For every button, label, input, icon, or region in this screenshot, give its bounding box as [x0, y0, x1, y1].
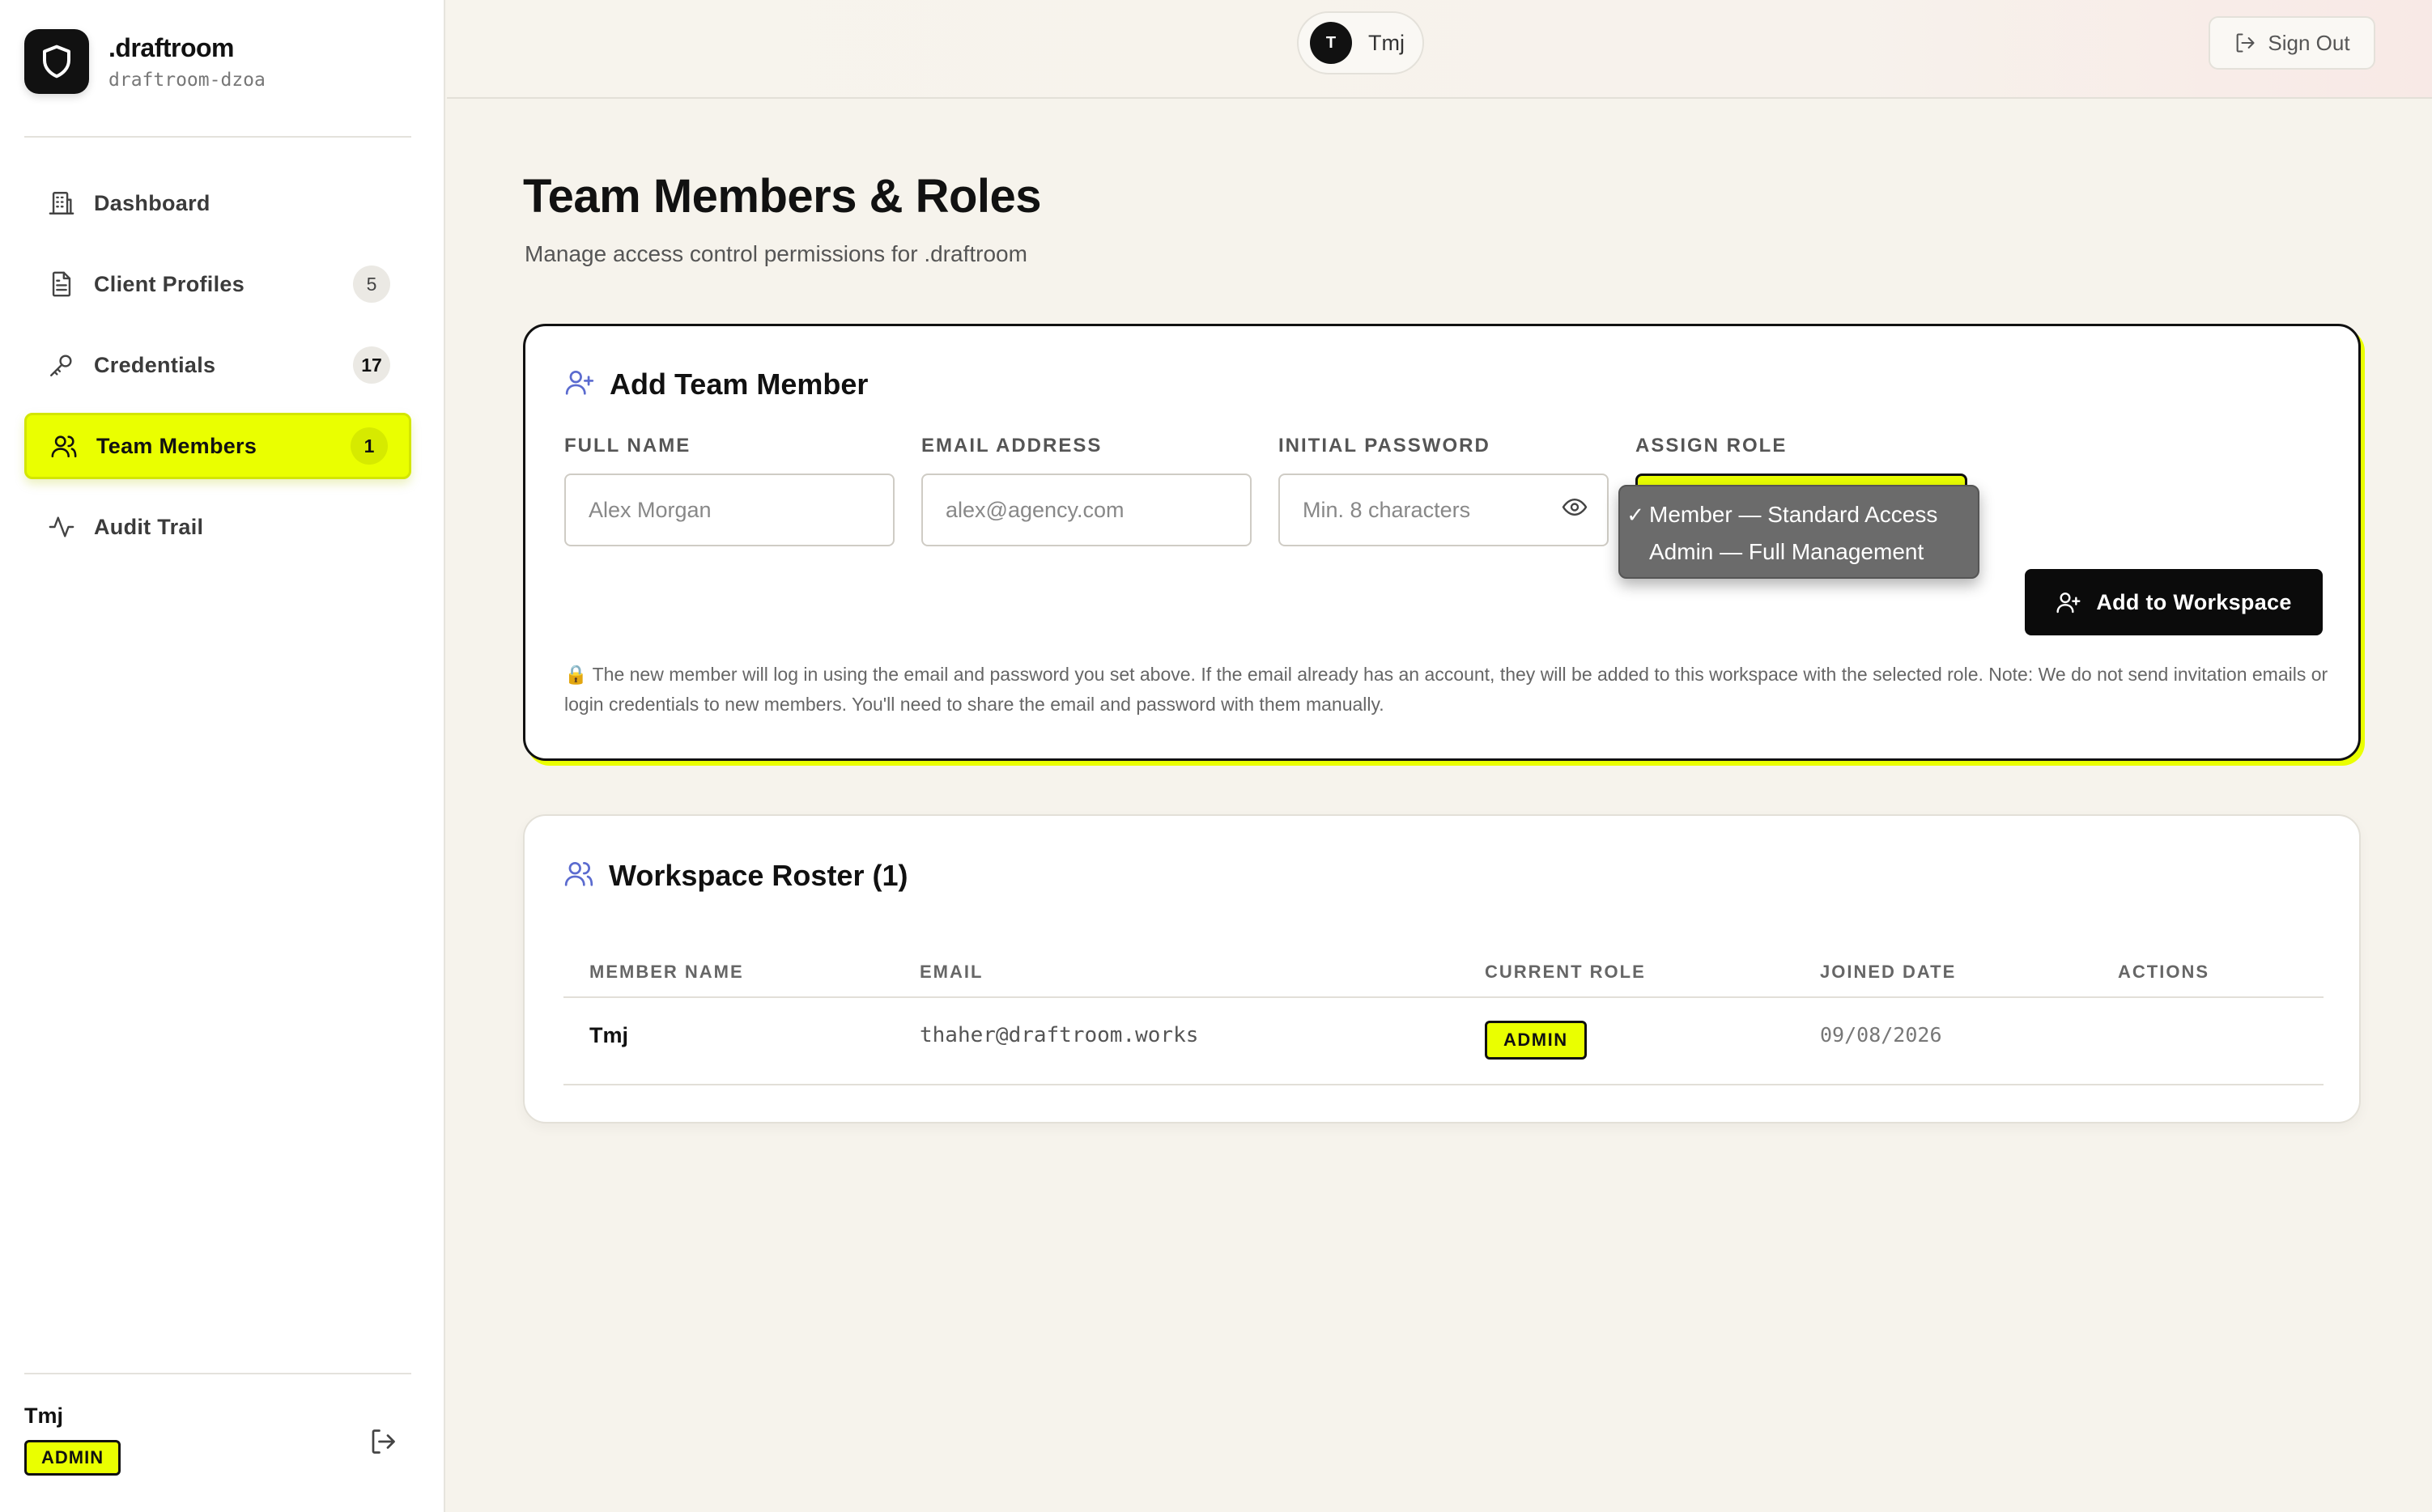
password-placeholder: Min. 8 characters: [1303, 497, 1471, 522]
column-header-current-role[interactable]: CURRENT ROLE: [1485, 962, 1646, 983]
user-name: Tmj: [24, 1404, 64, 1428]
app-root: .draftroom draftroom-dzoa Dashboard Clie…: [0, 0, 2432, 1512]
sidebar: .draftroom draftroom-dzoa Dashboard Clie…: [0, 0, 445, 1512]
check-icon: ✓: [1626, 502, 1644, 527]
building-icon: [45, 187, 78, 219]
add-member-card: Add Team Member FULL NAME Alex Morgan EM…: [523, 324, 2361, 761]
sidebar-item-label: Audit Trail: [94, 514, 204, 539]
brand[interactable]: .draftroom draftroom-dzoa: [24, 29, 266, 94]
card-title: Add Team Member: [610, 367, 869, 401]
column-header-email[interactable]: EMAIL: [920, 962, 983, 983]
joined-date-cell: 09/08/2026: [1820, 1023, 1942, 1047]
info-note: 🔒 The new member will log in using the e…: [564, 664, 2328, 715]
page-title: Team Members & Roles: [523, 170, 1042, 223]
role-label: ASSIGN ROLE: [1635, 435, 1788, 457]
column-header-member-name[interactable]: MEMBER NAME: [589, 962, 744, 983]
password-label: INITIAL PASSWORD: [1278, 435, 1490, 457]
topbar: T Tmj Sign Out: [447, 0, 2432, 99]
sidebar-item-client-profiles[interactable]: Client Profiles 5: [24, 251, 411, 317]
sidebar-nav: Dashboard Client Profiles 5 Credentials: [24, 170, 411, 575]
email-input[interactable]: alex@agency.com: [921, 474, 1252, 546]
add-to-workspace-label: Add to Workspace: [2096, 589, 2292, 614]
role-option-label: Member — Standard Access: [1649, 502, 1938, 527]
password-input[interactable]: Min. 8 characters: [1278, 474, 1609, 546]
email-cell: thaher@draftroom.works: [920, 1023, 1199, 1047]
shield-icon: [24, 29, 89, 94]
document-icon: [45, 268, 78, 300]
count-badge: 17: [353, 346, 390, 384]
page-subtitle: Manage access control permissions for .d…: [525, 241, 1027, 266]
card-title: Workspace Roster (1): [609, 858, 908, 892]
role-option-label: Admin — Full Management: [1649, 539, 1924, 564]
main-content: Team Members & Roles Manage access contr…: [447, 100, 2432, 1512]
brand-text: .draftroom draftroom-dzoa: [108, 33, 266, 91]
user-plus-icon: [2056, 592, 2081, 614]
avatar: T: [1310, 22, 1352, 64]
sidebar-user: Tmj ADMIN: [24, 1404, 121, 1476]
sign-out-button[interactable]: Sign Out: [2209, 16, 2375, 70]
column-header-actions: ACTIONS: [2118, 962, 2209, 982]
table-row-divider: [563, 1084, 2324, 1085]
sidebar-item-label: Credentials: [94, 352, 216, 377]
role-option-admin[interactable]: Admin — Full Management: [1620, 533, 1978, 571]
sign-out-label: Sign Out: [2268, 30, 2350, 55]
member-name-cell: Tmj: [589, 1023, 629, 1047]
logout-icon: [2237, 33, 2255, 53]
user-plus-icon: [564, 367, 595, 401]
workspace-roster-card: Workspace Roster (1) MEMBER NAME EMAIL C…: [523, 814, 2361, 1123]
eye-icon[interactable]: [1562, 495, 1588, 526]
card-header: Workspace Roster (1): [563, 858, 908, 893]
add-to-workspace-button[interactable]: Add to Workspace: [2025, 569, 2323, 635]
sidebar-item-label: Dashboard: [94, 190, 210, 215]
full-name-label: FULL NAME: [564, 435, 691, 457]
brand-name: .draftroom: [108, 32, 234, 62]
user-pill[interactable]: T Tmj: [1297, 11, 1424, 74]
full-name-input[interactable]: Alex Morgan: [564, 474, 895, 546]
sidebar-item-audit-trail[interactable]: Audit Trail: [24, 494, 411, 560]
email-label: EMAIL ADDRESS: [921, 435, 1103, 457]
sidebar-item-label: Client Profiles: [94, 271, 245, 296]
users-icon: [48, 430, 80, 462]
role-badge: ADMIN: [24, 1440, 121, 1476]
brand-slug: draftroom-dzoa: [108, 69, 266, 91]
sidebar-item-dashboard[interactable]: Dashboard: [24, 170, 411, 236]
email-placeholder: alex@agency.com: [946, 497, 1125, 522]
sidebar-item-label: Team Members: [96, 433, 257, 458]
user-name: Tmj: [1368, 30, 1405, 55]
table-header-divider: [563, 996, 2324, 998]
role-dropdown: ✓ Member — Standard Access Admin — Full …: [1618, 485, 1979, 579]
users-icon: [563, 858, 594, 893]
activity-icon: [45, 511, 78, 543]
sidebar-divider: [24, 1373, 411, 1374]
card-header: Add Team Member: [564, 367, 868, 401]
logout-icon[interactable]: [364, 1423, 402, 1460]
column-header-joined-date[interactable]: JOINED DATE: [1820, 962, 1956, 983]
role-badge: ADMIN: [1485, 1021, 1587, 1060]
full-name-placeholder: Alex Morgan: [589, 497, 712, 522]
sidebar-item-credentials[interactable]: Credentials 17: [24, 332, 411, 398]
key-icon: [45, 349, 78, 381]
role-option-member[interactable]: ✓ Member — Standard Access: [1620, 496, 1978, 533]
count-badge: 5: [353, 265, 390, 303]
count-badge: 1: [351, 427, 388, 465]
sidebar-divider: [24, 136, 411, 138]
sidebar-item-team-members[interactable]: Team Members 1: [24, 413, 411, 479]
